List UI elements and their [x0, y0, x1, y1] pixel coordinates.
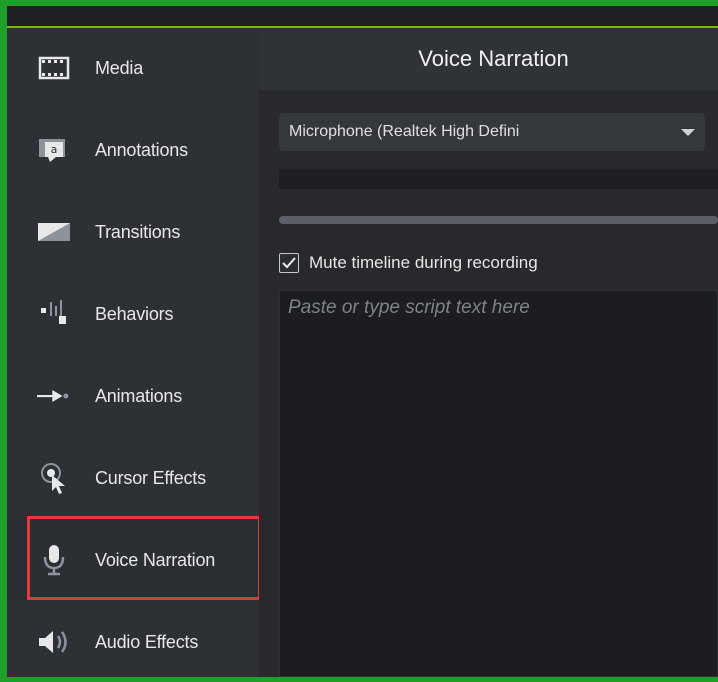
top-bar	[7, 6, 718, 28]
arrow-animation-icon	[37, 381, 71, 411]
svg-text:a: a	[51, 143, 58, 156]
voice-narration-panel: Voice Narration Microphone (Realtek High…	[259, 28, 718, 677]
sidebar-item-transitions[interactable]: Transitions	[7, 192, 259, 272]
sidebar-item-label: Behaviors	[95, 303, 174, 324]
input-level-meter	[279, 169, 718, 189]
speaker-icon	[37, 627, 71, 657]
sidebar-item-label: Animations	[95, 385, 183, 406]
panel-title: Voice Narration	[418, 46, 569, 71]
checkmark-icon	[282, 257, 296, 269]
audio-device-dropdown[interactable]: Microphone (Realtek High Defini	[279, 113, 705, 151]
sidebar-item-voice-narration[interactable]: Voice Narration	[7, 520, 259, 600]
sidebar-item-behaviors[interactable]: Behaviors	[7, 274, 259, 354]
tools-sidebar: Media a Annotations Transitions Behavior…	[7, 28, 259, 677]
behaviors-icon	[37, 299, 71, 329]
app-window: Media a Annotations Transitions Behavior…	[0, 0, 718, 682]
sidebar-item-animations[interactable]: Animations	[7, 356, 259, 436]
sidebar-item-label: Media	[95, 57, 144, 78]
panel-header: Voice Narration	[259, 28, 718, 90]
chevron-down-icon	[681, 129, 695, 136]
dropdown-value: Microphone (Realtek High Defini	[289, 123, 520, 140]
sidebar-item-label: Annotations	[95, 139, 188, 160]
sidebar-item-annotations[interactable]: a Annotations	[7, 110, 259, 190]
sidebar-item-label: Audio Effects	[95, 631, 199, 652]
sidebar-item-label: Transitions	[95, 221, 181, 242]
sidebar-item-media[interactable]: Media	[7, 28, 259, 108]
cursor-effects-icon	[37, 463, 71, 494]
input-volume-slider[interactable]	[279, 216, 718, 224]
script-placeholder: Paste or type script text here	[288, 297, 530, 318]
microphone-icon	[37, 545, 71, 576]
sidebar-item-label: Cursor Effects	[95, 467, 206, 488]
transition-icon	[37, 217, 71, 247]
script-text-area[interactable]: Paste or type script text here	[279, 290, 718, 677]
sidebar-item-label: Voice Narration	[95, 549, 216, 570]
film-strip-icon	[37, 53, 71, 83]
checkbox-label: Mute timeline during recording	[309, 253, 538, 272]
sidebar-item-audio-effects[interactable]: Audio Effects	[7, 602, 259, 682]
callout-icon: a	[37, 135, 71, 165]
sidebar-item-cursor-effects[interactable]: Cursor Effects	[7, 438, 259, 518]
checkbox[interactable]	[279, 253, 299, 273]
mute-timeline-checkbox[interactable]: Mute timeline during recording	[279, 250, 538, 276]
